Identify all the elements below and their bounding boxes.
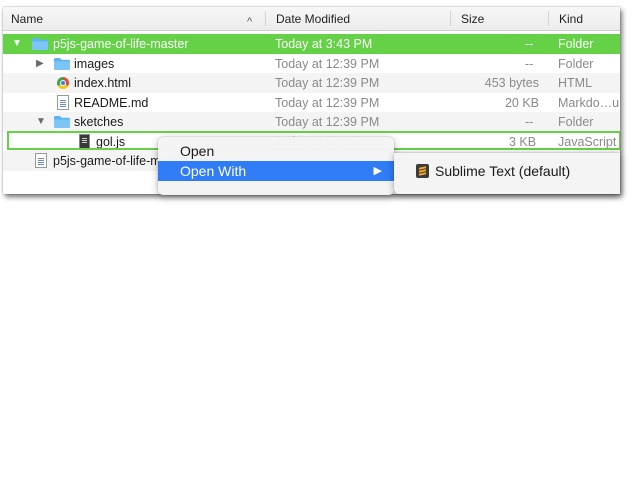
submenu-item-label: Sublime Text (default) bbox=[435, 163, 571, 179]
file-size: 3 KB bbox=[509, 134, 537, 149]
file-kind: JavaScript bbox=[558, 134, 617, 149]
open-with-submenu: Sublime Text (default) bbox=[394, 153, 620, 194]
file-row-p5js-game-of-life-master[interactable]: ▼ p5js-game-of-life-master Today at 3:43… bbox=[3, 34, 620, 54]
submenu-item-sublime-text[interactable]: Sublime Text (default) bbox=[394, 161, 620, 181]
sort-ascending-icon: ^ bbox=[247, 16, 253, 28]
file-size: -- bbox=[525, 56, 534, 71]
file-kind: HTML bbox=[558, 76, 593, 90]
menu-item-label: Open With bbox=[180, 163, 247, 179]
column-header-kind[interactable]: Kind bbox=[551, 7, 620, 30]
column-header-kind-label: Kind bbox=[559, 12, 584, 26]
file-row-images[interactable]: ▶ images Today at 12:39 PM -- Folder bbox=[3, 54, 620, 74]
column-header-name[interactable]: Name ^ bbox=[3, 7, 265, 30]
menu-item-open-with[interactable]: Open With ▶ bbox=[158, 161, 394, 181]
disclosure-expanded-icon[interactable]: ▼ bbox=[12, 34, 22, 54]
submenu-arrow-icon: ▶ bbox=[373, 165, 382, 177]
file-name: gol.js bbox=[96, 134, 126, 149]
document-icon bbox=[57, 94, 69, 110]
file-kind: Folder bbox=[558, 37, 594, 51]
column-header-size-label: Size bbox=[461, 12, 485, 26]
file-name: README.md bbox=[74, 95, 149, 110]
file-row-index-html[interactable]: index.html Today at 12:39 PM 453 bytes H… bbox=[3, 73, 620, 93]
file-size: 20 KB bbox=[504, 95, 539, 110]
disclosure-collapsed-icon[interactable]: ▶ bbox=[36, 54, 44, 74]
file-name: index.html bbox=[74, 76, 131, 90]
sublime-text-icon bbox=[416, 164, 429, 178]
menu-item-open[interactable]: Open bbox=[158, 141, 394, 161]
file-name: p5js-game-of-life-master bbox=[53, 37, 189, 51]
file-row-readme-md[interactable]: README.md Today at 12:39 PM 20 KB Markdo… bbox=[3, 93, 620, 113]
column-divider[interactable] bbox=[450, 11, 451, 26]
context-menu: Open Open With ▶ bbox=[158, 137, 394, 195]
column-header-name-label: Name bbox=[11, 12, 44, 26]
disclosure-expanded-icon[interactable]: ▼ bbox=[36, 112, 46, 132]
column-header: Name ^ Date Modified Size Kind bbox=[3, 7, 620, 31]
document-icon bbox=[35, 153, 47, 168]
file-kind: Markdo…ument bbox=[558, 95, 620, 110]
folder-icon bbox=[32, 38, 48, 50]
file-date-modified: Today at 12:39 PM bbox=[275, 115, 380, 129]
file-size: 453 bytes bbox=[484, 76, 539, 90]
file-date-modified: Today at 12:39 PM bbox=[275, 76, 380, 90]
file-kind: Folder bbox=[558, 56, 594, 71]
column-divider[interactable] bbox=[265, 11, 266, 26]
file-date-modified: Today at 3:43 PM bbox=[275, 37, 373, 51]
file-name: images bbox=[74, 56, 115, 71]
file-size: -- bbox=[525, 115, 534, 129]
file-size: -- bbox=[525, 37, 534, 51]
file-name: sketches bbox=[74, 115, 124, 129]
javascript-file-icon bbox=[79, 133, 90, 149]
column-header-date-label: Date Modified bbox=[276, 12, 351, 26]
file-kind: Folder bbox=[558, 115, 594, 129]
column-header-date[interactable]: Date Modified bbox=[268, 7, 450, 30]
file-row-sketches[interactable]: ▼ sketches Today at 12:39 PM -- Folder bbox=[3, 112, 620, 132]
menu-item-label: Open bbox=[180, 143, 215, 159]
column-divider[interactable] bbox=[548, 11, 549, 26]
file-date-modified: Today at 12:39 PM bbox=[275, 95, 380, 110]
file-date-modified: Today at 12:39 PM bbox=[275, 56, 380, 71]
chrome-html-icon bbox=[57, 77, 69, 89]
column-header-size[interactable]: Size bbox=[453, 7, 548, 30]
folder-icon bbox=[54, 57, 70, 70]
folder-icon bbox=[54, 116, 70, 128]
